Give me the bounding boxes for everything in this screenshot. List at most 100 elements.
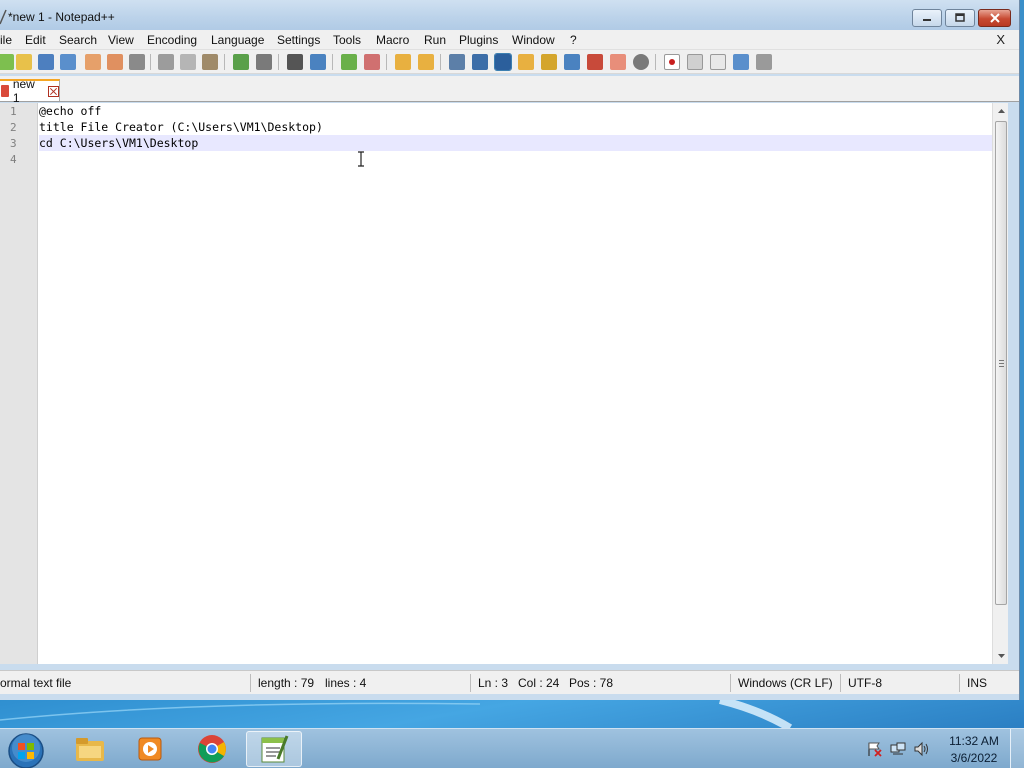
taskbar-notepadpp[interactable] bbox=[246, 731, 302, 767]
play-macro-icon[interactable] bbox=[710, 54, 726, 70]
show-all-chars-icon[interactable] bbox=[472, 54, 488, 70]
close-icon[interactable] bbox=[85, 54, 101, 70]
unsaved-file-icon bbox=[1, 85, 9, 97]
redo-icon[interactable] bbox=[256, 54, 272, 70]
stop-macro-icon[interactable] bbox=[687, 54, 703, 70]
menu-view[interactable]: View bbox=[108, 33, 134, 47]
text-cursor-icon bbox=[358, 151, 364, 167]
scroll-up-arrow-icon[interactable] bbox=[993, 103, 1009, 119]
notepadpp-icon bbox=[261, 735, 289, 763]
code-line-current[interactable]: cd C:\Users\VM1\Desktop bbox=[39, 135, 1006, 151]
menu-edit[interactable]: Edit bbox=[25, 33, 46, 47]
doc-map-icon[interactable] bbox=[541, 54, 557, 70]
notepadpp-window: *new 1 - Notepad++ ile Edit Search View … bbox=[0, 0, 1020, 700]
menu-macro[interactable]: Macro bbox=[376, 33, 409, 47]
cut-icon[interactable] bbox=[158, 54, 174, 70]
close-document-button[interactable]: X bbox=[996, 32, 1005, 47]
windows-orb-icon bbox=[8, 733, 44, 768]
restore-icon bbox=[955, 13, 965, 22]
undo-icon[interactable] bbox=[233, 54, 249, 70]
run-macro-multiple-icon[interactable] bbox=[733, 54, 749, 70]
line-number: 2 bbox=[10, 121, 17, 134]
sync-vertical-icon[interactable] bbox=[395, 54, 411, 70]
close-window-button[interactable] bbox=[978, 9, 1011, 27]
menu-run[interactable]: Run bbox=[424, 33, 446, 47]
menu-bar: ile Edit Search View Encoding Language S… bbox=[0, 30, 1019, 50]
system-clock[interactable]: 11:32 AM 3/6/2022 bbox=[944, 733, 1004, 767]
menu-tools[interactable]: Tools bbox=[333, 33, 361, 47]
status-bar: ormal text file length : 79 lines : 4 Ln… bbox=[0, 670, 1019, 694]
code-line[interactable]: title File Creator (C:\Users\VM1\Desktop… bbox=[39, 119, 1006, 135]
line-number-gutter: 1 2 3 4 bbox=[0, 103, 38, 664]
status-separator bbox=[250, 674, 251, 692]
open-file-icon[interactable] bbox=[16, 54, 32, 70]
menu-file[interactable]: ile bbox=[0, 33, 12, 47]
replace-icon[interactable] bbox=[310, 54, 326, 70]
toolbar-separator bbox=[278, 54, 279, 70]
save-icon[interactable] bbox=[38, 54, 54, 70]
code-line[interactable]: @echo off bbox=[39, 103, 1006, 119]
menu-help[interactable]: ? bbox=[570, 33, 577, 47]
print-icon[interactable] bbox=[129, 54, 145, 70]
monitoring-icon[interactable] bbox=[610, 54, 626, 70]
find-icon[interactable] bbox=[287, 54, 303, 70]
status-separator bbox=[470, 674, 471, 692]
zoom-out-icon[interactable] bbox=[364, 54, 380, 70]
zoom-in-icon[interactable] bbox=[341, 54, 357, 70]
action-center-flag-icon[interactable] bbox=[866, 741, 882, 757]
minimize-button[interactable] bbox=[912, 9, 942, 27]
monitoring-eye-icon[interactable] bbox=[633, 54, 649, 70]
sync-horizontal-icon[interactable] bbox=[418, 54, 434, 70]
save-all-icon[interactable] bbox=[60, 54, 76, 70]
user-language-icon[interactable] bbox=[518, 54, 534, 70]
status-eol: Windows (CR LF) bbox=[738, 676, 833, 690]
code-line[interactable] bbox=[39, 151, 1006, 167]
taskbar: 11:32 AM 3/6/2022 bbox=[0, 728, 1024, 768]
tab-new-1[interactable]: new 1 bbox=[0, 77, 60, 105]
minimize-icon bbox=[923, 19, 931, 21]
indent-guide-icon[interactable] bbox=[494, 53, 512, 71]
copy-icon[interactable] bbox=[180, 54, 196, 70]
vertical-scrollbar[interactable] bbox=[992, 103, 1008, 664]
new-file-icon[interactable] bbox=[0, 54, 14, 70]
window-controls bbox=[912, 9, 1011, 27]
toolbar-separator bbox=[440, 54, 441, 70]
menu-search[interactable]: Search bbox=[59, 33, 97, 47]
line-number: 3 bbox=[10, 137, 17, 150]
menu-language[interactable]: Language bbox=[211, 33, 264, 47]
status-insert-mode: INS bbox=[967, 676, 988, 690]
clock-time: 11:32 AM bbox=[949, 734, 999, 748]
function-list-icon[interactable] bbox=[564, 54, 580, 70]
save-macro-icon[interactable] bbox=[756, 54, 772, 70]
network-icon[interactable] bbox=[890, 741, 906, 757]
start-button[interactable] bbox=[6, 731, 46, 768]
toolbar-separator bbox=[655, 54, 656, 70]
status-separator bbox=[959, 674, 960, 692]
text-editor[interactable]: 1 2 3 4 @echo off title File Creator (C:… bbox=[0, 103, 1006, 664]
menu-settings[interactable]: Settings bbox=[277, 33, 320, 47]
maximize-button[interactable] bbox=[945, 9, 975, 27]
menu-plugins[interactable]: Plugins bbox=[459, 33, 498, 47]
tab-close-icon[interactable] bbox=[48, 85, 59, 97]
show-desktop-button[interactable] bbox=[1010, 729, 1024, 768]
taskbar-chrome[interactable] bbox=[184, 731, 240, 767]
tab-label: new 1 bbox=[12, 77, 35, 105]
scrollbar-thumb[interactable] bbox=[995, 121, 1007, 605]
file-explorer-icon bbox=[76, 738, 104, 761]
status-length: length : 79 bbox=[258, 676, 315, 690]
close-all-icon[interactable] bbox=[107, 54, 123, 70]
menu-encoding[interactable]: Encoding bbox=[147, 33, 197, 47]
folder-as-workspace-icon[interactable] bbox=[587, 54, 603, 70]
clock-date: 3/6/2022 bbox=[950, 751, 998, 765]
taskbar-media-player[interactable] bbox=[122, 731, 178, 767]
volume-icon[interactable] bbox=[914, 741, 930, 757]
paste-icon[interactable] bbox=[202, 54, 218, 70]
scroll-down-arrow-icon[interactable] bbox=[993, 648, 1009, 664]
menu-window[interactable]: Window bbox=[512, 33, 555, 47]
taskbar-file-explorer[interactable] bbox=[62, 731, 118, 767]
word-wrap-icon[interactable] bbox=[449, 54, 465, 70]
scrollbar-grip-icon bbox=[999, 360, 1004, 367]
record-macro-icon[interactable] bbox=[664, 54, 680, 70]
toolbar-separator bbox=[386, 54, 387, 70]
title-bar[interactable]: *new 1 - Notepad++ bbox=[0, 0, 1019, 34]
